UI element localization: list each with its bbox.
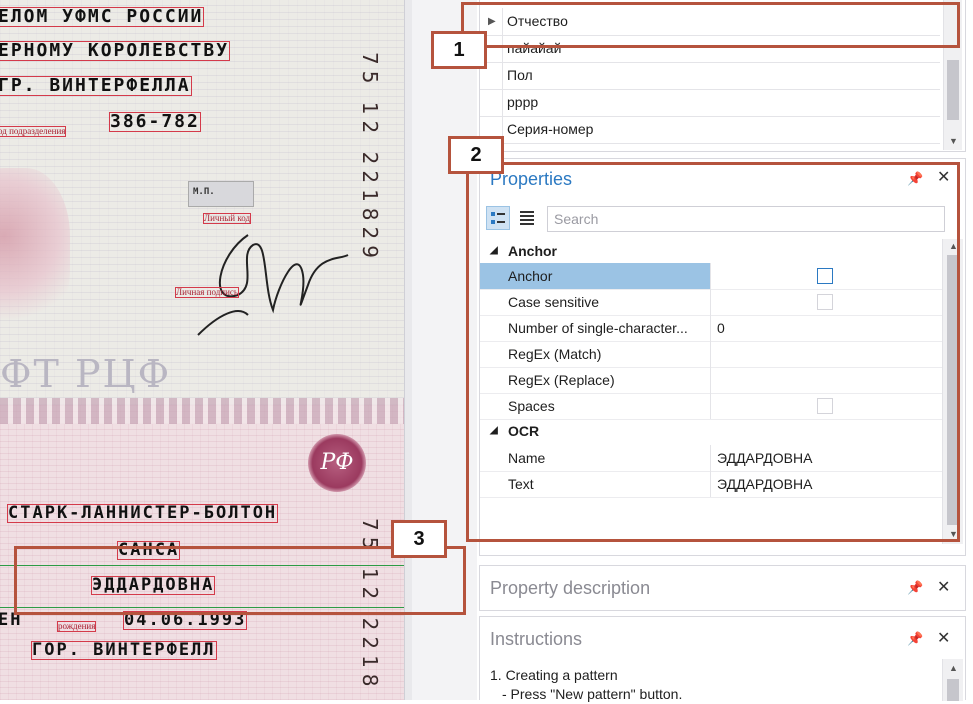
ocr-box-issuer-line-1[interactable]: ЕЛОМ УФМС РОССИИ [0, 7, 205, 27]
ocr-box-signature-label[interactable]: Личная подпись [174, 287, 240, 298]
list-item[interactable]: Серия-номер [480, 116, 940, 144]
list-item-label: pppp [507, 94, 539, 110]
ocr-box-birth-label[interactable]: рождения [56, 621, 97, 632]
close-icon[interactable]: ✕ [937, 628, 950, 648]
stamp-code-text: М.П. [193, 187, 215, 197]
list-item[interactable]: pppp [480, 89, 940, 117]
pin-icon[interactable]: 📌 [907, 580, 923, 596]
instructions-scrollbar[interactable]: ▲ [942, 659, 963, 701]
ocr-box-birthplace[interactable]: ГОР. ВИНТЕРФЕЛЛ [31, 641, 217, 660]
watermark-text: ФТ РЦФ [0, 352, 172, 396]
ocr-box-issuer-line-2[interactable]: ЕРНОМУ КОРОЛЕВСТВУ [0, 41, 231, 61]
ocr-box-issuer-line-3[interactable]: ГР. ВИНТЕРФЕЛЛА [0, 76, 192, 96]
instructions-panel: Instructions 📌 ✕ 1. Creating a pattern -… [479, 616, 966, 702]
callout-label-3: 3 [391, 520, 447, 558]
seal-text: РФ [320, 450, 354, 475]
list-item-label: Серия-номер [507, 121, 594, 137]
scroll-up-icon[interactable]: ▲ [949, 663, 958, 673]
row-gutter [480, 89, 503, 116]
instruction-line-2: - Press "New pattern" button. [502, 686, 683, 702]
personal-code-stamp: М.П. [188, 181, 254, 207]
callout-label-1: 1 [431, 31, 487, 69]
instructions-title: Instructions [490, 629, 583, 649]
signature-image [197, 234, 349, 336]
callout-frame-2 [466, 162, 960, 542]
callout-frame-1 [461, 2, 960, 48]
ocr-box-code-label[interactable]: од подразделения [0, 126, 67, 137]
property-description-panel: Property description 📌 ✕ [479, 565, 966, 611]
close-icon[interactable]: ✕ [937, 577, 950, 597]
list-item-label: Пол [507, 67, 533, 83]
property-description-title: Property description [490, 578, 651, 598]
pin-icon[interactable]: 📌 [907, 631, 923, 647]
ocr-box-surname[interactable]: СТАРК-ЛАННИСТЕР-БОЛТОН [6, 504, 279, 523]
ocr-box-division-code[interactable]: 386-782 [109, 112, 201, 132]
instructions-scrollbar-thumb[interactable] [947, 679, 959, 701]
rf-seal: РФ [308, 434, 366, 492]
list-item[interactable]: Пол [480, 62, 940, 90]
callout-label-2: 2 [448, 136, 504, 174]
scroll-down-icon[interactable]: ▼ [949, 136, 958, 146]
list-scrollbar-thumb[interactable] [947, 60, 959, 120]
coat-of-arms-watermark [0, 168, 70, 338]
instruction-line-1: 1. Creating a pattern [490, 667, 618, 683]
passport-fold [0, 398, 406, 424]
vertical-number-top: 75 12 221829 [358, 52, 382, 264]
